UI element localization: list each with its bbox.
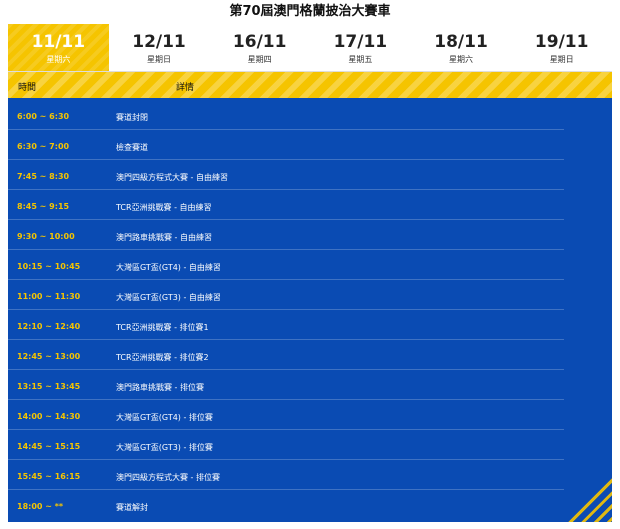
row-event: 大灣區GT盃(GT3) - 自由練習 [116,293,221,302]
row-time: 12:45 ~ 13:00 [17,352,81,361]
row-event: 澳門路車挑戰賽 - 自由練習 [116,233,212,242]
tab-19-11[interactable]: 19/11 星期日 [511,24,613,71]
table-row: 10:15 ~ 10:45 大灣區GT盃(GT4) - 自由練習 [8,250,564,280]
tab-date: 12/11 [132,32,186,52]
row-time: 6:00 ~ 6:30 [17,112,70,121]
tab-weekday: 星期六 [46,55,71,64]
table-row: 12:10 ~ 12:40 TCR亞洲挑戰賽 - 排位賽1 [8,310,564,340]
row-time: 6:30 ~ 7:00 [17,142,70,151]
row-event: 賽道解封 [116,503,148,512]
table-row: 12:45 ~ 13:00 TCR亞洲挑戰賽 - 排位賽2 [8,340,564,370]
table-row: 14:45 ~ 15:15 大灣區GT盃(GT3) - 排位賽 [8,430,564,460]
row-event: TCR亞洲挑戰賽 - 自由練習 [116,203,212,212]
table-row: 15:45 ~ 16:15 澳門四級方程式大賽 - 排位賽 [8,460,564,490]
row-time: 15:45 ~ 16:15 [17,472,81,481]
row-time: 14:00 ~ 14:30 [17,412,81,421]
row-time: 8:45 ~ 9:15 [17,202,70,211]
tab-date: 11/11 [31,32,86,52]
tab-12-11[interactable]: 12/11 星期日 [108,24,210,71]
table-row: 11:00 ~ 11:30 大灣區GT盃(GT3) - 自由練習 [8,280,564,310]
schedule-table-body: 6:00 ~ 6:30 賽道封閉 6:30 ~ 7:00 檢查賽道 7:45 ~… [8,98,612,522]
time-column-header: 時間 [18,83,37,93]
row-time: 12:10 ~ 12:40 [17,322,81,331]
row-event: TCR亞洲挑戰賽 - 排位賽2 [116,353,209,362]
row-time: 14:45 ~ 15:15 [17,442,81,451]
row-event: 檢查賽道 [116,143,148,152]
table-row: 13:15 ~ 13:45 澳門路車挑戰賽 - 排位賽 [8,370,564,400]
row-event: 大灣區GT盃(GT3) - 排位賽 [116,443,213,452]
tab-16-11[interactable]: 16/11 星期四 [209,24,311,71]
row-time: 7:45 ~ 8:30 [17,172,70,181]
row-event: 澳門路車挑戰賽 - 排位賽 [116,383,204,392]
table-row: 7:45 ~ 8:30 澳門四級方程式大賽 - 自由練習 [8,160,564,190]
row-event: 澳門四級方程式大賽 - 自由練習 [116,173,228,182]
tab-date: 19/11 [534,32,589,52]
tab-date: 18/11 [434,32,488,52]
tab-11-11[interactable]: 11/11 星期六 [8,24,109,71]
tab-weekday: 星期六 [449,55,474,64]
tab-weekday: 星期四 [247,55,272,64]
tab-weekday: 星期日 [549,55,574,64]
schedule-table-header: 時間 詳情 [8,72,612,98]
tab-date: 17/11 [333,32,388,52]
tab-date: 16/11 [232,32,287,52]
row-event: 大灣區GT盃(GT4) - 自由練習 [116,263,221,272]
row-time: 10:15 ~ 10:45 [17,262,81,271]
row-event: 澳門四級方程式大賽 - 排位賽 [116,473,220,482]
date-tabs: 11/11 星期六 12/11 星期日 16/11 星期四 17/11 星期五 … [8,24,613,72]
row-time: 13:15 ~ 13:45 [17,382,81,391]
page-title: 第70屆澳門格蘭披治大賽車 [229,4,391,19]
row-time: 18:00 ~ ** [17,502,64,511]
table-row: 18:00 ~ ** 賽道解封 [8,490,564,520]
row-event: TCR亞洲挑戰賽 - 排位賽1 [116,323,209,332]
table-row: 6:00 ~ 6:30 賽道封閉 [8,100,564,130]
tab-18-11[interactable]: 18/11 星期六 [410,24,512,71]
details-column-header: 詳情 [176,83,195,93]
row-time: 11:00 ~ 11:30 [17,292,81,301]
tab-weekday: 星期日 [147,55,171,64]
tab-17-11[interactable]: 17/11 星期五 [310,24,411,71]
table-row: 8:45 ~ 9:15 TCR亞洲挑戰賽 - 自由練習 [8,190,564,220]
row-event: 賽道封閉 [116,113,148,122]
row-time: 9:30 ~ 10:00 [17,232,75,241]
row-event: 大灣區GT盃(GT4) - 排位賽 [116,413,213,422]
table-row: 14:00 ~ 14:30 大灣區GT盃(GT4) - 排位賽 [8,400,564,430]
tab-weekday: 星期五 [348,55,373,64]
table-row: 6:30 ~ 7:00 檢查賽道 [8,130,564,160]
table-row: 9:30 ~ 10:00 澳門路車挑戰賽 - 自由練習 [8,220,564,250]
